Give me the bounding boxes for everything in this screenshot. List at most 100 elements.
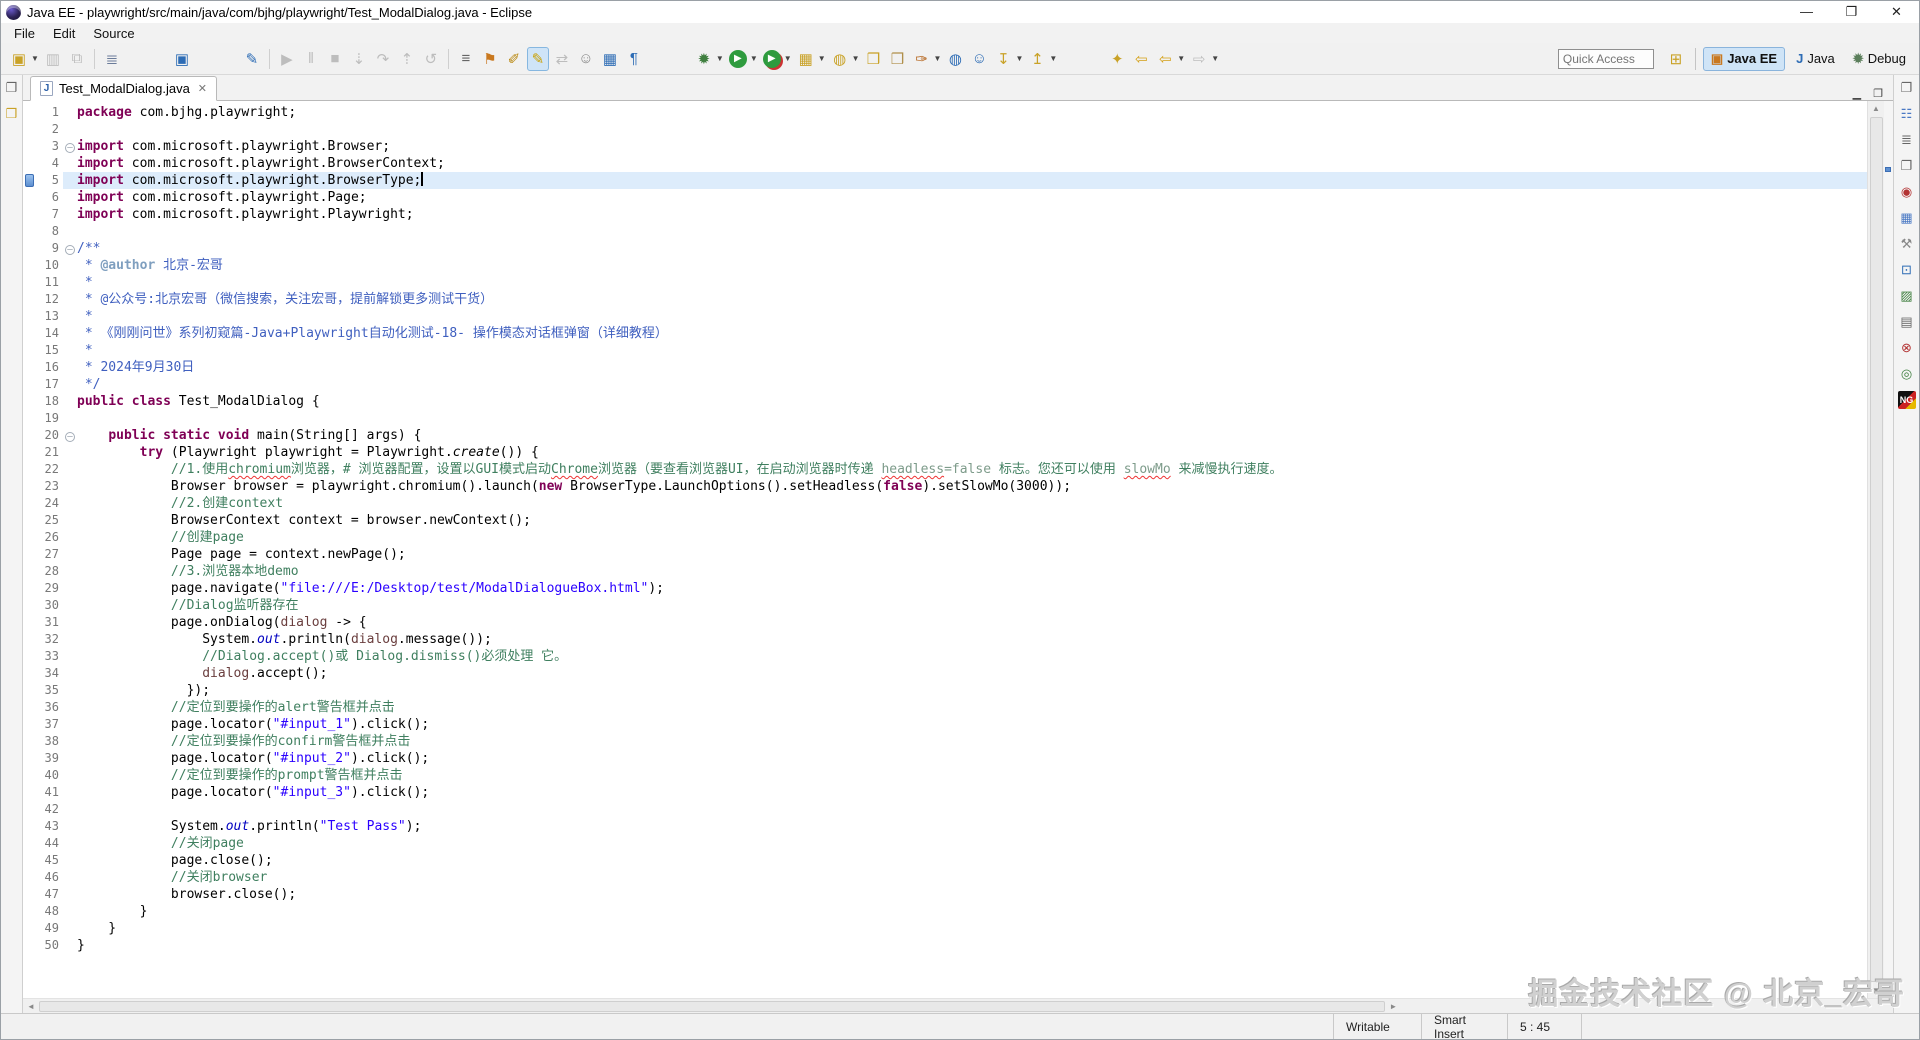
code-text[interactable]: page.locator("#input_3").click(); xyxy=(77,784,1867,801)
open-perspective-button[interactable]: ⊞ xyxy=(1665,47,1687,71)
line-number[interactable]: 45 xyxy=(37,852,63,869)
code-line-22[interactable]: 22 //1.使用chromium浏览器，# 浏览器配置，设置以GUI模式启动C… xyxy=(23,461,1867,478)
line-number[interactable]: 8 xyxy=(37,223,63,240)
code-line-23[interactable]: 23 Browser browser = playwright.chromium… xyxy=(23,478,1867,495)
code-line-40[interactable]: 40 //定位到要操作的prompt警告框并点击 xyxy=(23,767,1867,784)
code-text[interactable]: */ xyxy=(77,376,1867,393)
user-web-icon[interactable]: ☺ xyxy=(968,47,990,71)
code-text[interactable]: public class Test_ModalDialog { xyxy=(77,393,1867,410)
export-icon[interactable]: ↥ xyxy=(1026,47,1048,71)
line-number[interactable]: 40 xyxy=(37,767,63,784)
code-text[interactable]: import com.microsoft.playwright.Browser; xyxy=(77,138,1867,155)
line-number[interactable]: 12 xyxy=(37,291,63,308)
code-line-6[interactable]: 6 import com.microsoft.playwright.Page; xyxy=(23,189,1867,206)
code-line-49[interactable]: 49 } xyxy=(23,920,1867,937)
line-number[interactable]: 48 xyxy=(37,903,63,920)
line-number[interactable]: 23 xyxy=(37,478,63,495)
data-source-explorer-icon[interactable]: ▦ xyxy=(1898,209,1916,227)
new-server-toolbox-icon[interactable]: ▦ xyxy=(795,47,817,71)
code-line-16[interactable]: 16 * 2024年9月30日 xyxy=(23,359,1867,376)
code-text[interactable]: * xyxy=(77,342,1867,359)
code-line-8[interactable]: 8 xyxy=(23,223,1867,240)
code-line-34[interactable]: 34 dialog.accept(); xyxy=(23,665,1867,682)
restore-view-2-icon[interactable]: ❐ xyxy=(1898,157,1916,175)
code-text[interactable] xyxy=(77,121,1867,138)
palette-icon[interactable]: ▨ xyxy=(1898,287,1916,305)
line-number[interactable]: 36 xyxy=(37,699,63,716)
new-dropdown-icon[interactable]: ▼ xyxy=(31,54,39,63)
line-number[interactable]: 24 xyxy=(37,495,63,512)
restore-button[interactable]: ❐ xyxy=(1829,1,1874,23)
format-brush-icon[interactable]: ✑ xyxy=(911,47,933,71)
line-number[interactable]: 19 xyxy=(37,410,63,427)
run-dropdown-icon[interactable]: ▼ xyxy=(750,54,758,63)
scroll-right-icon[interactable]: ► xyxy=(1385,1002,1401,1011)
code-line-33[interactable]: 33 //Dialog.accept()或 Dialog.dismiss()必须… xyxy=(23,648,1867,665)
code-line-1[interactable]: 1 package com.bjhg.playwright; xyxy=(23,104,1867,121)
code-text[interactable]: }); xyxy=(77,682,1867,699)
code-line-32[interactable]: 32 System.out.println(dialog.message()); xyxy=(23,631,1867,648)
minimize-view-button[interactable]: ▁ xyxy=(1853,87,1861,100)
code-line-39[interactable]: 39 page.locator("#input_2").click(); xyxy=(23,750,1867,767)
code-text[interactable]: dialog.accept(); xyxy=(77,665,1867,682)
fold-column[interactable]: – xyxy=(63,138,77,155)
line-number[interactable]: 39 xyxy=(37,750,63,767)
menu-source[interactable]: Source xyxy=(84,24,143,43)
code-text[interactable]: page.locator("#input_2").click(); xyxy=(77,750,1867,767)
perspective-debug[interactable]: ✹ Debug xyxy=(1846,48,1913,70)
show-whitespace-icon[interactable]: ¶ xyxy=(623,47,645,71)
line-number[interactable]: 16 xyxy=(37,359,63,376)
green-nodes-icon[interactable]: ◎ xyxy=(1898,365,1916,383)
line-number[interactable]: 2 xyxy=(37,121,63,138)
overview-ruler[interactable] xyxy=(1884,101,1893,998)
code-line-29[interactable]: 29 page.navigate("file:///E:/Desktop/tes… xyxy=(23,580,1867,597)
code-line-37[interactable]: 37 page.locator("#input_1").click(); xyxy=(23,716,1867,733)
step-return-icon[interactable]: ⇡ xyxy=(396,47,418,71)
console-icon[interactable]: ⊡ xyxy=(1898,261,1916,279)
line-number[interactable]: 15 xyxy=(37,342,63,359)
line-number[interactable]: 26 xyxy=(37,529,63,546)
line-number[interactable]: 33 xyxy=(37,648,63,665)
code-line-41[interactable]: 41 page.locator("#input_3").click(); xyxy=(23,784,1867,801)
code-line-9[interactable]: 9–/** xyxy=(23,240,1867,257)
collapse-icon[interactable]: – xyxy=(65,143,75,153)
line-number[interactable]: 5 xyxy=(37,172,63,189)
code-text[interactable]: * @author 北京-宏哥 xyxy=(77,257,1867,274)
vertical-scroll-thumb[interactable] xyxy=(1869,117,1883,982)
line-number[interactable]: 22 xyxy=(37,461,63,478)
code-text[interactable]: * 2024年9月30日 xyxy=(77,359,1867,376)
suspend-icon[interactable]: ‖ xyxy=(300,47,322,71)
line-number[interactable]: 4 xyxy=(37,155,63,172)
code-text[interactable]: //定位到要操作的alert警告框并点击 xyxy=(77,699,1867,716)
code-line-46[interactable]: 46 //关闭browser xyxy=(23,869,1867,886)
web-service-dropdown-icon[interactable]: ▼ xyxy=(852,54,860,63)
code-line-5[interactable]: 5 import com.microsoft.playwright.Browser… xyxy=(23,172,1867,189)
code-text[interactable]: } xyxy=(77,937,1867,954)
scroll-left-icon[interactable]: ◄ xyxy=(23,1002,39,1011)
code-text[interactable]: import com.microsoft.playwright.Page; xyxy=(77,189,1867,206)
vertical-scrollbar[interactable]: ▲ ▼ xyxy=(1867,101,1884,998)
line-number[interactable]: 28 xyxy=(37,563,63,580)
tab-close-icon[interactable]: ✕ xyxy=(198,82,207,95)
scroll-up-icon[interactable]: ▲ xyxy=(1872,101,1880,116)
import-dropdown-icon[interactable]: ▼ xyxy=(1015,54,1023,63)
code-text[interactable]: /** xyxy=(77,240,1867,257)
line-number[interactable]: 44 xyxy=(37,835,63,852)
import-icon[interactable]: ↧ xyxy=(992,47,1014,71)
line-number[interactable]: 49 xyxy=(37,920,63,937)
code-line-47[interactable]: 47 browser.close(); xyxy=(23,886,1867,903)
show-source-icon[interactable]: ≡ xyxy=(455,47,477,71)
code-text[interactable]: Browser browser = playwright.chromium().… xyxy=(77,478,1867,495)
fold-column[interactable]: – xyxy=(63,240,77,257)
code-text[interactable]: import com.microsoft.playwright.BrowserT… xyxy=(77,172,1867,189)
line-number[interactable]: 31 xyxy=(37,614,63,631)
line-number[interactable]: 21 xyxy=(37,444,63,461)
line-number[interactable]: 37 xyxy=(37,716,63,733)
cursor-line-marker[interactable] xyxy=(1885,167,1891,172)
code-text[interactable]: //1.使用chromium浏览器，# 浏览器配置，设置以GUI模式启动Chro… xyxy=(77,461,1867,478)
restore-view-icon[interactable]: ❐ xyxy=(3,79,21,97)
debug-dropdown-icon[interactable]: ▼ xyxy=(716,54,724,63)
properties-icon[interactable]: ▤ xyxy=(1898,313,1916,331)
tab-test-modaldialog[interactable]: J Test_ModalDialog.java ✕ xyxy=(30,76,218,101)
web-service-icon[interactable]: ◍ xyxy=(829,47,851,71)
